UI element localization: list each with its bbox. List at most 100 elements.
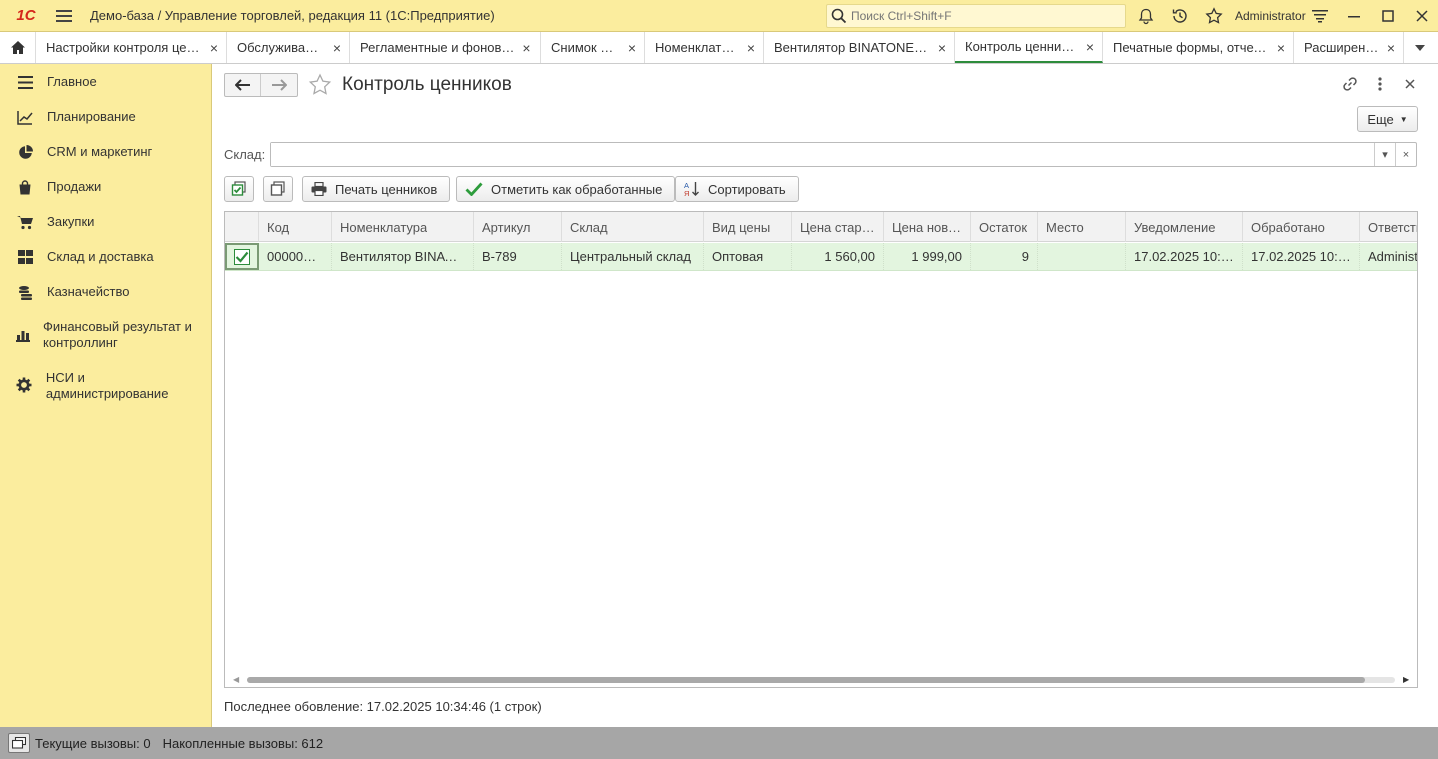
tab-fan-binatone[interactable]: Вентилятор BINATONE … ×: [764, 32, 955, 63]
tabs-dropdown-icon[interactable]: [1404, 32, 1436, 63]
close-icon[interactable]: ×: [522, 40, 530, 56]
windows-icon[interactable]: [8, 733, 30, 753]
dropdown-arrow-icon[interactable]: ▾: [1374, 143, 1395, 166]
column-header-responsible[interactable]: Ответств: [1360, 212, 1417, 242]
column-header-notified[interactable]: Уведомление: [1126, 212, 1243, 242]
sort-button[interactable]: АЯ Сортировать: [675, 176, 799, 202]
forward-arrow-icon[interactable]: [261, 74, 297, 96]
settings-lines-icon[interactable]: [1310, 6, 1330, 26]
shopping-cart-icon: [16, 213, 34, 231]
cell-nomenclature: Вентилятор BINAT…: [332, 243, 474, 270]
tab-nomenclature[interactable]: Номенклатура ×: [645, 32, 764, 63]
close-icon[interactable]: ×: [747, 40, 755, 56]
add-to-favorites-star-icon[interactable]: [308, 73, 332, 100]
last-update-text: Последнее обовление: 17.02.2025 10:34:46…: [224, 699, 542, 714]
close-form-icon[interactable]: [1401, 75, 1419, 93]
close-window-icon[interactable]: [1412, 6, 1432, 26]
main-menu-icon[interactable]: [48, 9, 80, 22]
table-header: Код Номенклатура Артикул Склад Вид цены …: [225, 212, 1417, 242]
more-actions-label: Еще: [1367, 111, 1394, 127]
close-icon[interactable]: ×: [1086, 39, 1094, 55]
close-icon[interactable]: ×: [938, 40, 946, 56]
grid-icon: [16, 248, 34, 266]
close-icon[interactable]: ×: [628, 40, 636, 56]
column-header-code[interactable]: Код: [259, 212, 332, 242]
row-checkbox[interactable]: [234, 248, 250, 265]
sort-label: Сортировать: [708, 181, 786, 197]
close-icon[interactable]: ×: [333, 40, 341, 56]
link-icon[interactable]: [1341, 75, 1359, 93]
tab-price-tag-control[interactable]: Контроль ценников ×: [955, 32, 1103, 63]
warehouse-input[interactable]: [271, 143, 1374, 166]
warehouse-field[interactable]: ▾ ×: [270, 142, 1417, 167]
sidebar-item-warehouse[interactable]: Склад и доставка: [0, 239, 211, 274]
uncheck-all-button[interactable]: [263, 176, 293, 202]
tab-extensions[interactable]: Расширения ×: [1294, 32, 1404, 63]
mark-processed-button[interactable]: Отметить как обработанные: [456, 176, 676, 202]
table-row[interactable]: 000000… Вентилятор BINAT… B-789 Централь…: [225, 243, 1417, 271]
sidebar-item-label: CRM и маркетинг: [47, 144, 153, 159]
sidebar-item-label: Казначейство: [47, 284, 130, 299]
cell-price-type: Оптовая: [704, 243, 792, 270]
column-header-price-type[interactable]: Вид цены: [704, 212, 792, 242]
close-icon[interactable]: ×: [210, 40, 218, 56]
favorites-star-icon[interactable]: [1204, 6, 1224, 26]
more-vertical-icon[interactable]: [1371, 75, 1389, 93]
cell-warehouse: Центральный склад: [562, 243, 704, 270]
scrollbar-thumb[interactable]: [247, 677, 1365, 683]
column-header-nomenclature[interactable]: Номенклатура: [332, 212, 474, 242]
current-user[interactable]: Administrator: [1235, 9, 1306, 23]
tab-scheduled-jobs[interactable]: Регламентные и фонов… ×: [350, 32, 541, 63]
print-price-tags-label: Печать ценников: [335, 181, 438, 197]
cell-processed: 17.02.2025 10:…: [1243, 243, 1360, 270]
form-area: Контроль ценников Еще ▼ Склад: ▾ × Печат…: [212, 64, 1438, 727]
tab-price-control-settings[interactable]: Настройки контроля цен… ×: [36, 32, 227, 63]
column-header-place[interactable]: Место: [1038, 212, 1126, 242]
global-search[interactable]: [826, 4, 1126, 28]
page-title: Контроль ценников: [342, 74, 512, 95]
column-header-price-new[interactable]: Цена новая: [884, 212, 971, 242]
sidebar-item-crm[interactable]: CRM и маркетинг: [0, 134, 211, 169]
column-header-warehouse[interactable]: Склад: [562, 212, 704, 242]
check-all-button[interactable]: [224, 176, 254, 202]
column-header-article[interactable]: Артикул: [474, 212, 562, 242]
clear-icon[interactable]: ×: [1395, 143, 1416, 166]
sidebar-item-main[interactable]: Главное: [0, 64, 211, 99]
scroll-right-icon[interactable]: ▶: [1403, 675, 1409, 684]
sidebar-item-financial-result[interactable]: Финансовый результат и контроллинг: [0, 309, 211, 360]
column-header-processed[interactable]: Обработано: [1243, 212, 1360, 242]
sidebar-item-planning[interactable]: Планирование: [0, 99, 211, 134]
column-header-price-old[interactable]: Цена старая: [792, 212, 884, 242]
tab-label: Регламентные и фонов…: [360, 40, 515, 55]
more-actions-button[interactable]: Еще ▼: [1357, 106, 1418, 132]
close-icon[interactable]: ×: [1277, 40, 1285, 56]
bell-icon[interactable]: [1136, 6, 1156, 26]
tab-maintenance[interactable]: Обслуживание ×: [227, 32, 350, 63]
tab-print-forms[interactable]: Печатные формы, отчет… ×: [1103, 32, 1294, 63]
close-icon[interactable]: ×: [1387, 40, 1395, 56]
current-calls: Текущие вызовы: 0: [35, 735, 151, 751]
search-input[interactable]: [851, 9, 1121, 23]
tab-price-snapshot[interactable]: Снимок цен ×: [541, 32, 645, 63]
horizontal-scrollbar[interactable]: ◀ ▶: [225, 673, 1417, 687]
column-header-check[interactable]: [225, 212, 259, 242]
column-header-stock[interactable]: Остаток: [971, 212, 1038, 242]
row-checkbox-cell[interactable]: [225, 243, 259, 270]
scroll-left-icon[interactable]: ◀: [233, 675, 239, 684]
maximize-icon[interactable]: [1378, 6, 1398, 26]
menu-lines-icon: [16, 73, 34, 91]
back-arrow-icon[interactable]: [225, 74, 261, 96]
cell-place: [1038, 243, 1126, 270]
cell-responsible: Administ: [1360, 243, 1417, 270]
minimize-icon[interactable]: [1344, 6, 1364, 26]
sidebar-item-sales[interactable]: Продажи: [0, 169, 211, 204]
sidebar-item-purchases[interactable]: Закупки: [0, 204, 211, 239]
history-icon[interactable]: [1170, 6, 1190, 26]
print-price-tags-button[interactable]: Печать ценников: [302, 176, 451, 202]
sidebar-item-admin[interactable]: НСИ и администрирование: [0, 360, 211, 411]
price-tags-table: Код Номенклатура Артикул Склад Вид цены …: [224, 211, 1418, 688]
status-bar: Текущие вызовы: 0 Накопленные вызовы: 61…: [0, 727, 1438, 759]
home-icon[interactable]: [0, 32, 36, 63]
sidebar-item-treasury[interactable]: Казначейство: [0, 274, 211, 309]
printer-icon: [311, 182, 327, 196]
